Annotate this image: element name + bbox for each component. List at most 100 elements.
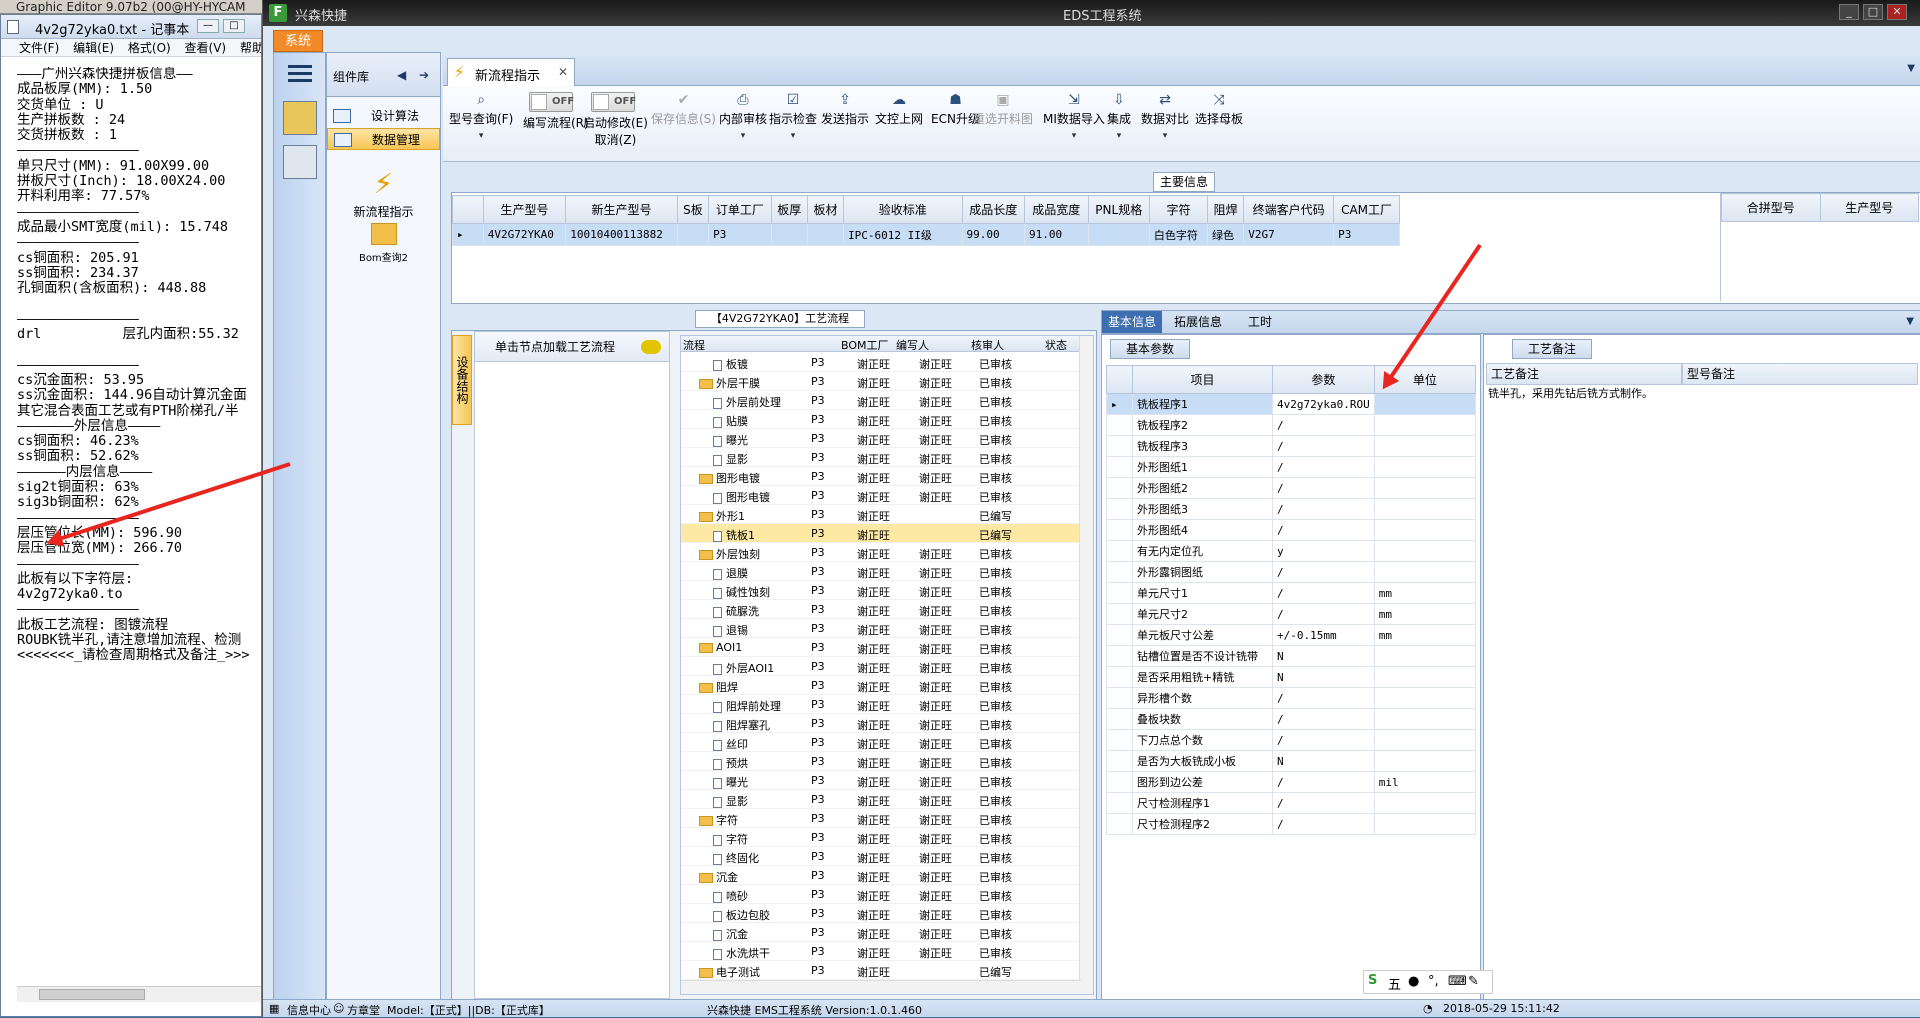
ime-toolbar[interactable]: S 五 ● °, ⌨ ✎ (1363, 970, 1493, 994)
tab-basic-info[interactable]: 基本信息 (1102, 311, 1163, 333)
col-reviewer[interactable]: 核审人 (971, 337, 1004, 353)
tree-row[interactable]: 预烘 P3 谢正旺 谢正旺 已审核 (681, 752, 1079, 771)
table-row[interactable]: 外形图纸3/ (1106, 498, 1477, 520)
table-row[interactable]: 钻槽位置是否不设计铣带 N (1106, 645, 1477, 667)
cell[interactable]: 99.00 (961, 223, 1026, 246)
table-row[interactable]: 外形图纸1/ (1106, 456, 1477, 478)
tool-new-flow[interactable]: ⚡ 新流程指示 (327, 169, 440, 220)
col-10[interactable]: 字符 (1148, 195, 1209, 224)
param-value[interactable]: / (1272, 414, 1375, 436)
cell[interactable] (770, 223, 808, 246)
wrench-icon[interactable]: ✎ (1468, 974, 1479, 989)
tree-row[interactable]: 碱性蚀刻 P3 谢正旺 谢正旺 已审核 (681, 581, 1079, 600)
pin-icon[interactable]: ➔ (419, 68, 429, 82)
tree-row[interactable]: 铣板1 P3 谢正旺 已编写 (681, 524, 1079, 543)
close-tab-icon[interactable]: ✕ (558, 65, 568, 79)
tree-row[interactable]: 退膜 P3 谢正旺 谢正旺 已审核 (681, 562, 1079, 581)
menu-help[interactable]: 帮助 (240, 41, 261, 55)
tree-row[interactable]: 板边包胶 P3 谢正旺 谢正旺 已审核 (681, 904, 1079, 923)
nav-design-algorithm[interactable]: 设计算法 (327, 105, 440, 127)
save-info-button[interactable]: ✔ 保存信息(S) (651, 92, 716, 127)
param-value[interactable]: / (1272, 813, 1375, 835)
tree-row[interactable]: 阻焊前处理 P3 谢正旺 谢正旺 已审核 (681, 695, 1079, 714)
col-12[interactable]: 终端客户代码 (1243, 195, 1335, 224)
chat-bubble-icon[interactable] (641, 340, 661, 354)
param-value[interactable]: / (1272, 687, 1375, 709)
tree-row[interactable]: 沉金 P3 谢正旺 谢正旺 已审核 (681, 866, 1079, 885)
hamburger-icon[interactable] (288, 65, 312, 68)
app-titlebar[interactable]: F 兴森快捷 EDS工程系统 _ □ ✕ (263, 0, 1920, 26)
cell[interactable]: 10010400113882 (565, 223, 678, 246)
param-value[interactable]: / (1272, 792, 1375, 814)
param-value[interactable]: / (1272, 456, 1375, 478)
ime-mode[interactable]: 五 (1388, 974, 1401, 993)
cell[interactable]: V2G7 (1243, 223, 1335, 246)
cell[interactable]: P3 (708, 223, 772, 246)
menu-format[interactable]: 格式(O) (128, 41, 171, 55)
punctuation-icon[interactable]: °, (1428, 974, 1439, 989)
internal-review-button[interactable]: ⎙ 内部审核 ▾ (719, 92, 767, 141)
col-writer[interactable]: 编写人 (896, 337, 929, 353)
yx-module-icon[interactable] (283, 101, 317, 135)
calculator-icon[interactable] (283, 145, 317, 179)
col-2[interactable]: S板 (676, 195, 710, 224)
tree-row[interactable]: AOI1 P3 谢正旺 谢正旺 已审核 (681, 638, 1079, 657)
dropdown-icon[interactable]: ▼ (1906, 316, 1914, 327)
tab-extended-info[interactable]: 拓展信息 (1168, 311, 1228, 333)
menu-file[interactable]: 文件(F) (19, 41, 59, 55)
table-row[interactable]: 异形槽个数 / (1106, 687, 1477, 709)
tree-row[interactable]: 图形电镀 P3 谢正旺 谢正旺 已审核 (681, 467, 1079, 486)
start-modify-toggle[interactable]: OFF (591, 92, 636, 112)
param-value[interactable]: / (1272, 582, 1375, 604)
col-merge-model[interactable]: 合拼型号 (1721, 193, 1821, 222)
tree-row[interactable]: 显影 P3 谢正旺 谢正旺 已审核 (681, 448, 1079, 467)
cell[interactable]: 绿色 (1207, 223, 1245, 246)
select-master-board-button[interactable]: ⤨ 选择母板 (1195, 92, 1243, 127)
col-flow[interactable]: 流程 (683, 337, 705, 353)
tree-row[interactable]: 板镀 P3 谢正旺 谢正旺 已审核 (681, 353, 1079, 372)
param-value[interactable]: / (1272, 477, 1375, 499)
tool-bom-query[interactable]: Bom查询2 (327, 223, 440, 264)
query-model-button[interactable]: ⌕ 型号查询(F) ▾ (449, 92, 513, 141)
tree-row[interactable]: 电子测试 P3 谢正旺 已编写 (681, 961, 1079, 980)
maximize-button[interactable]: □ (223, 19, 245, 33)
doc-control-online-button[interactable]: ☁ 文控上网 (875, 92, 923, 127)
param-value[interactable]: / (1272, 729, 1375, 751)
send-instruction-button[interactable]: ⇪ 发送指示 (821, 92, 869, 127)
col-param[interactable]: 参数 (1272, 365, 1375, 394)
menu-view[interactable]: 查看(V) (185, 41, 227, 55)
col-7[interactable]: 成品长度 (961, 195, 1026, 224)
cell[interactable] (676, 223, 710, 246)
col-5[interactable]: 板材 (806, 195, 845, 224)
tree-row[interactable]: 外层干膜 P3 谢正旺 谢正旺 已审核 (681, 372, 1079, 391)
table-row[interactable]: 铣板程序3/ (1106, 435, 1477, 457)
param-value[interactable]: / (1272, 771, 1375, 793)
minimize-button[interactable]: — (197, 19, 219, 33)
tree-row[interactable]: 外层前处理 P3 谢正旺 谢正旺 已审核 (681, 391, 1079, 410)
cell[interactable] (806, 223, 845, 246)
table-row[interactable]: 下刀点总个数 / (1106, 729, 1477, 751)
cell[interactable]: 91.00 (1024, 223, 1089, 246)
col-item[interactable]: 项目 (1132, 365, 1273, 394)
table-row[interactable]: 单元板尺寸公差 +/-0.15mm mm (1106, 624, 1477, 646)
cell[interactable]: 白色字符 (1148, 223, 1209, 246)
tree-row[interactable]: 贴膜 P3 谢正旺 谢正旺 已审核 (681, 410, 1079, 429)
param-value[interactable]: / (1272, 561, 1375, 583)
table-row[interactable]: ▸ 铣板程序1 4v2g72yka0.ROU (1106, 393, 1477, 415)
table-row[interactable]: 是否为大板铣成小板 N (1106, 750, 1477, 772)
col-production-model[interactable]: 生产型号 (1819, 193, 1919, 222)
table-row[interactable]: 铣板程序2/ (1106, 414, 1477, 436)
tree-row[interactable]: 丝印 P3 谢正旺 谢正旺 已审核 (681, 733, 1079, 752)
cell[interactable]: 4V2G72YKA0 (482, 223, 567, 246)
tree-row[interactable]: 喷砂 P3 谢正旺 谢正旺 已审核 (681, 885, 1079, 904)
system-button[interactable]: 系统 (273, 30, 323, 52)
process-note-text[interactable]: 铣半孔，采用先钻后铣方式制作。 (1488, 387, 1674, 401)
param-value[interactable]: N (1272, 750, 1375, 772)
col-8[interactable]: 成品宽度 (1024, 195, 1089, 224)
cancel-label[interactable]: 取消(Z) (583, 131, 648, 148)
cell[interactable]: IPC-6012 II级 (843, 223, 963, 246)
tab-new-flow[interactable]: ⚡ 新流程指示 ✕ (447, 58, 575, 86)
notepad-text-area[interactable]: ———广州兴森快捷拼板信息—— 成品板厚(MM): 1.50 交货单位 : U … (17, 67, 261, 987)
col-6[interactable]: 验收标准 (843, 195, 963, 224)
keyboard-icon[interactable]: ⌨ (1448, 974, 1467, 989)
